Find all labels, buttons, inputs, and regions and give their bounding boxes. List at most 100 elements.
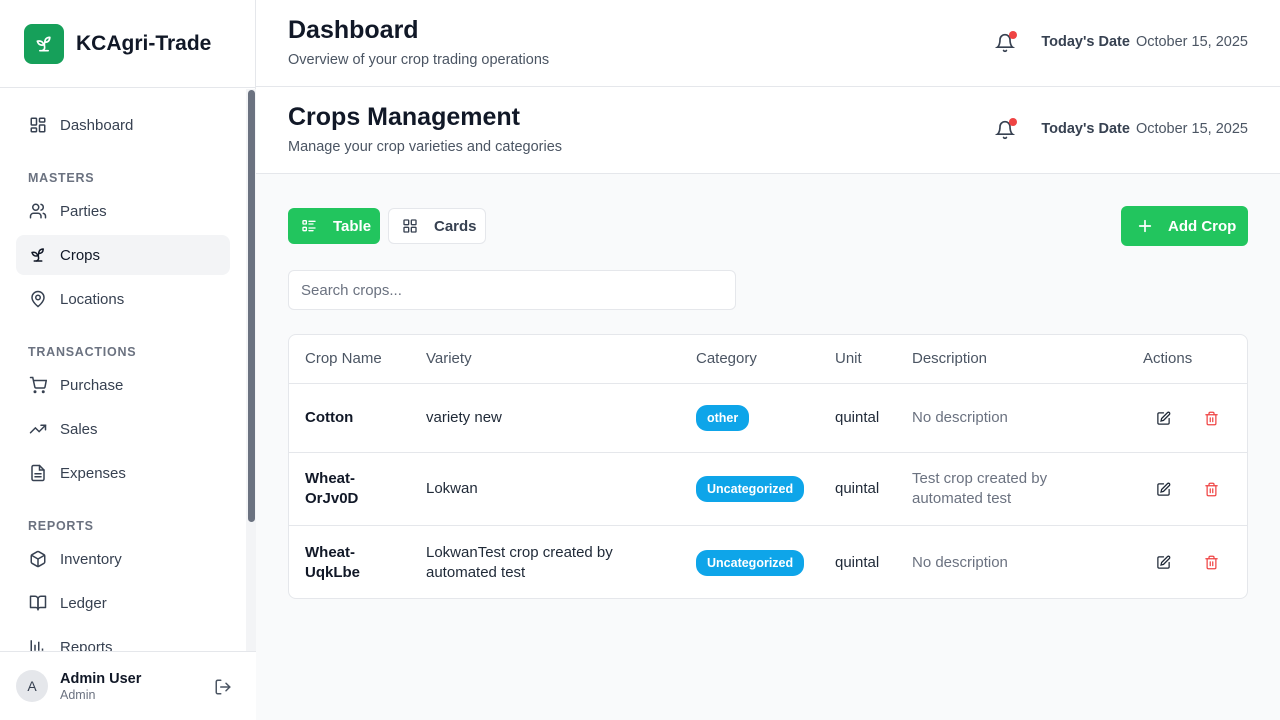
date-label: Today's Date (1041, 34, 1130, 50)
crops-table: Crop Name Variety Category Unit Descript… (288, 334, 1248, 599)
package-icon (28, 549, 48, 569)
sidebar-item-label: Expenses (60, 464, 126, 482)
crop-unit: quintal (835, 409, 880, 426)
file-text-icon (28, 463, 48, 483)
list-icon (301, 218, 317, 234)
column-header-category: Category (696, 350, 757, 367)
grid-icon (402, 218, 418, 234)
column-header-description: Description (912, 350, 988, 367)
page-title: Crops Management (288, 103, 520, 131)
plus-icon (1137, 218, 1153, 234)
sidebar-item-label: Reports (60, 638, 113, 652)
section-reports: REPORTS (28, 519, 94, 533)
crop-variety: LokwanTest crop created by automated tes… (426, 543, 613, 581)
users-icon (28, 201, 48, 221)
trash-icon[interactable] (1202, 553, 1220, 571)
bar-chart-icon (28, 637, 48, 651)
brand-name: KCAgri-Trade (76, 31, 212, 55)
column-header-actions: Actions (1143, 350, 1193, 367)
sidebar-item-sales[interactable]: Sales (16, 409, 230, 449)
date-value: October 15, 2025 (1135, 121, 1248, 137)
category-badge: Uncategorized (696, 549, 805, 576)
sidebar-item-label: Dashboard (60, 116, 134, 134)
top-header: Dashboard Overview of your crop trading … (256, 0, 1280, 87)
user-role: Admin (60, 687, 96, 702)
sidebar-item-reports[interactable]: Reports (16, 627, 230, 651)
crop-name: Cotton (305, 409, 354, 426)
sidebar-nav: Dashboard MASTERS Parties Crops Location… (0, 89, 246, 651)
sidebar-item-ledger[interactable]: Ledger (16, 583, 230, 623)
sidebar-item-label: Crops (60, 246, 101, 264)
trash-icon[interactable] (1202, 480, 1220, 498)
sidebar-item-label: Parties (60, 202, 107, 220)
sidebar-item-label: Locations (60, 290, 125, 308)
page-subtitle: Manage your crop varieties and categorie… (288, 139, 563, 155)
table-header-row: Crop Name Variety Category Unit Descript… (289, 335, 1247, 384)
notification-dot (1009, 31, 1017, 39)
crop-description: No description (912, 553, 1008, 571)
sidebar: KCAgri-Trade Dashboard MASTERS Parties C… (0, 0, 256, 720)
edit-icon[interactable] (1154, 553, 1172, 571)
column-header-unit: Unit (835, 350, 862, 367)
trending-up-icon (28, 419, 48, 439)
shopping-cart-icon (28, 375, 48, 395)
sidebar-item-label: Purchase (60, 376, 124, 394)
sidebar-item-crops[interactable]: Crops (16, 235, 230, 275)
layout-grid-icon (28, 115, 48, 135)
edit-icon[interactable] (1154, 409, 1172, 427)
page-subtitle: Overview of your crop trading operations (288, 52, 550, 68)
date-display: Today's Date October 15, 2025 (1041, 34, 1248, 50)
crop-variety: variety new (426, 409, 502, 426)
crop-name: Wheat-OrJv0D (305, 470, 359, 507)
view-table-button[interactable]: Table (288, 208, 380, 244)
sidebar-item-label: Inventory (60, 550, 122, 568)
category-badge: other (696, 405, 750, 431)
sidebar-item-label: Ledger (60, 594, 107, 612)
logout-icon[interactable] (214, 678, 232, 696)
sidebar-item-label: Sales (60, 420, 98, 438)
sidebar-item-expenses[interactable]: Expenses (16, 453, 230, 493)
crop-name: Wheat-UqkLbe (305, 543, 361, 581)
crop-description: Test crop created by automated test (912, 470, 1048, 507)
date-value: October 15, 2025 (1135, 34, 1248, 50)
book-open-icon (28, 593, 48, 613)
category-badge: Uncategorized (696, 476, 805, 502)
table-row: Cotton variety new other quintal No desc… (289, 384, 1247, 453)
add-crop-label: Add Crop (1168, 217, 1237, 235)
date-display: Today's Date October 15, 2025 (1041, 121, 1248, 137)
map-pin-icon (28, 289, 48, 309)
page-title: Dashboard (288, 16, 419, 44)
section-masters: MASTERS (28, 171, 95, 185)
brand: KCAgri-Trade (0, 0, 255, 88)
sidebar-item-locations[interactable]: Locations (16, 279, 230, 319)
table-row: Wheat-UqkLbe LokwanTest crop created by … (289, 526, 1247, 598)
page-header: Crops Management Manage your crop variet… (256, 87, 1280, 174)
crop-unit: quintal (835, 553, 880, 571)
add-crop-button[interactable]: Add Crop (1121, 206, 1248, 246)
crop-unit: quintal (835, 480, 880, 497)
sidebar-item-purchase[interactable]: Purchase (16, 365, 230, 405)
avatar: A (16, 670, 48, 702)
sprout-icon (28, 245, 48, 265)
sprout-icon (24, 23, 64, 64)
crop-variety: Lokwan (426, 480, 478, 497)
edit-icon[interactable] (1154, 480, 1172, 498)
search-input[interactable] (288, 270, 736, 310)
sidebar-item-inventory[interactable]: Inventory (16, 539, 230, 579)
sidebar-item-dashboard[interactable]: Dashboard (16, 105, 230, 145)
trash-icon[interactable] (1202, 409, 1220, 427)
notification-dot (1009, 118, 1017, 126)
column-header-name: Crop Name (305, 350, 382, 367)
table-row: Wheat-OrJv0D Lokwan Uncategorized quinta… (289, 453, 1247, 526)
sidebar-item-parties[interactable]: Parties (16, 191, 230, 231)
user-panel: A Admin User Admin (0, 651, 256, 720)
view-table-label: Table (333, 217, 372, 235)
date-label: Today's Date (1041, 121, 1130, 137)
user-name: Admin User (60, 670, 142, 687)
crop-description: No description (912, 409, 1008, 426)
column-header-variety: Variety (426, 350, 472, 367)
sidebar-scrollbar-thumb[interactable] (248, 90, 255, 522)
view-cards-label: Cards (434, 217, 477, 235)
view-cards-button[interactable]: Cards (388, 208, 486, 244)
section-transactions: TRANSACTIONS (28, 345, 137, 359)
